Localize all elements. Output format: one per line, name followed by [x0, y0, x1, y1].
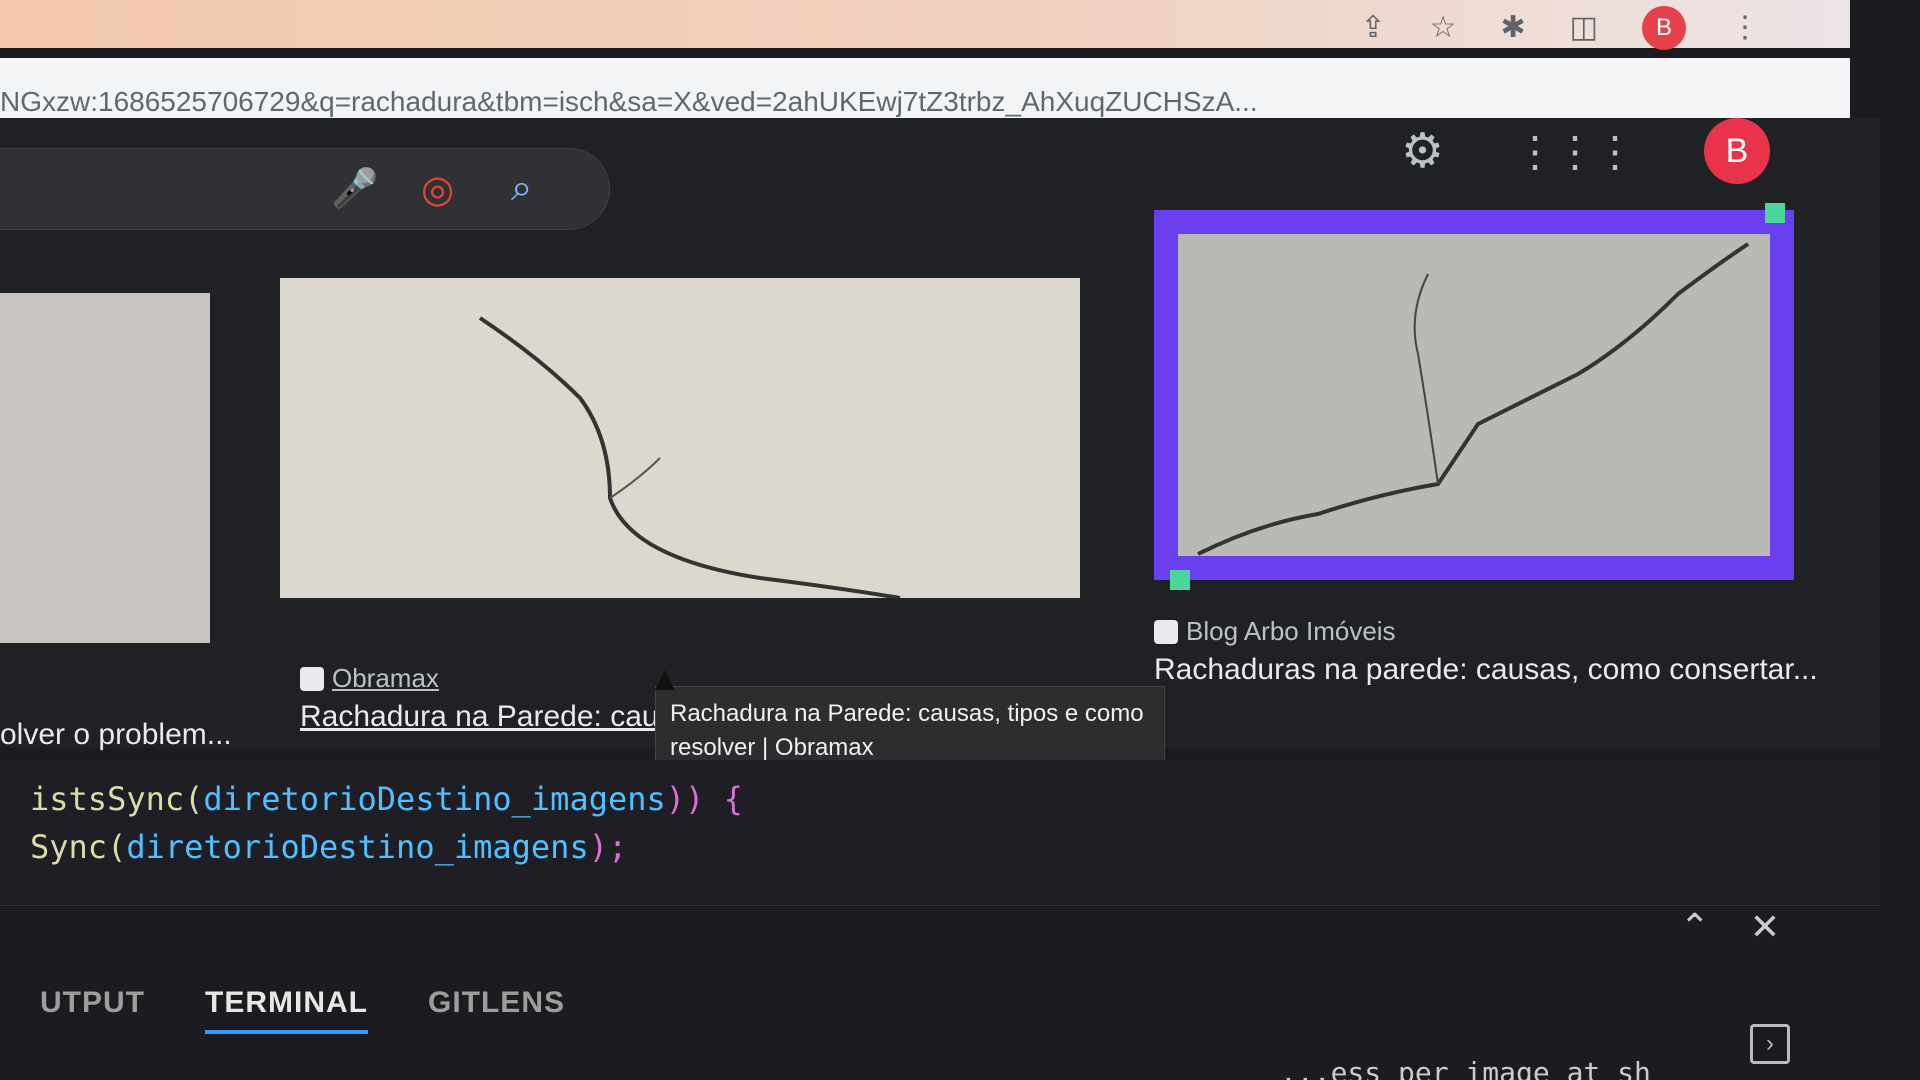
image-result-3-selected[interactable] [1154, 210, 1794, 580]
variable: diretorioDestino_imagens [203, 780, 666, 818]
obramax-favicon-icon [300, 666, 324, 691]
url-text[interactable]: NGxzw:1686525706729&q=rachadura&tbm=isch… [0, 86, 1258, 118]
arbo-favicon-icon [1154, 619, 1178, 644]
star-icon[interactable]: ☆ [1430, 13, 1457, 43]
google-account-avatar[interactable]: B [1704, 118, 1770, 184]
image-result-1[interactable] [0, 293, 210, 643]
menu-icon[interactable]: ⋮ [1730, 13, 1760, 43]
source-name[interactable]: Blog Arbo Imóveis [1186, 616, 1396, 647]
sidebar-icon[interactable]: ◫ [1570, 13, 1598, 43]
browser-toolbar: ⇪ ☆ ✱ ◫ B ⋮ [1360, 6, 1760, 50]
punctuation: ); [588, 828, 628, 866]
variable: diretorioDestino_imagens [126, 828, 589, 866]
code-editor[interactable]: istsSync(diretorioDestino_imagens)) { Sy… [0, 760, 1880, 905]
extensions-icon[interactable]: ✱ [1501, 13, 1526, 43]
selection-corner-top [1765, 203, 1785, 223]
panel-tabs: UTPUT TERMINAL GITLENS [40, 986, 565, 1034]
settings-gear-icon[interactable]: ⚙ [1401, 123, 1444, 179]
selection-corner-bottom [1170, 570, 1190, 590]
panel-controls: ⌃ ✕ [1680, 906, 1780, 948]
crack-image [478, 316, 901, 598]
image-result-2[interactable] [280, 278, 1080, 598]
google-lens-icon[interactable]: ◎ [421, 167, 454, 212]
maximize-panel-icon[interactable]: ⌃ [1680, 906, 1710, 948]
tab-gitlens[interactable]: GITLENS [428, 986, 565, 1034]
google-top-right: ⚙ ⋮⋮⋮ B [1401, 118, 1770, 184]
source-name[interactable]: Obramax [332, 663, 439, 694]
browser-tab-strip: ⇪ ☆ ✱ ◫ B ⋮ [0, 0, 1850, 50]
close-panel-icon[interactable]: ✕ [1750, 906, 1780, 948]
search-icon[interactable]: ⌕ [511, 167, 532, 210]
terminal-icon[interactable]: › [1750, 1024, 1790, 1064]
search-box[interactable]: 🎤 ◎ ⌕ [0, 148, 610, 230]
function-call: istsSync( [30, 780, 204, 818]
microphone-icon[interactable]: 🎤 [331, 167, 378, 211]
terminal-output: ...ess per image at sh [1280, 1056, 1651, 1080]
bottom-panel: ⌃ ✕ UTPUT TERMINAL GITLENS › ...ess per … [0, 905, 1880, 1080]
image-result-2-source[interactable]: Obramax [300, 663, 439, 694]
punctuation: )) { [665, 780, 743, 818]
tab-terminal[interactable]: TERMINAL [205, 986, 368, 1034]
crack-image [1197, 242, 1750, 556]
image-result-3-title[interactable]: Rachaduras na parede: causas, como conse… [1154, 653, 1818, 687]
tab-output[interactable]: UTPUT [40, 986, 145, 1034]
image-result-1-title[interactable]: olver o problem... [0, 718, 232, 752]
browser-profile-avatar[interactable]: B [1642, 6, 1686, 50]
google-images-page: ⚙ ⋮⋮⋮ B 🎤 ◎ ⌕ olver o problem... Obramax… [0, 118, 1880, 776]
code-line-2: Sync(diretorioDestino_imagens); [30, 828, 627, 866]
address-bar[interactable]: NGxzw:1686525706729&q=rachadura&tbm=isch… [0, 58, 1850, 118]
function-call: Sync( [30, 828, 127, 866]
share-icon[interactable]: ⇪ [1360, 13, 1385, 43]
apps-grid-icon[interactable]: ⋮⋮⋮ [1514, 127, 1636, 176]
code-line-1: istsSync(diretorioDestino_imagens)) { [30, 780, 743, 818]
mouse-cursor-icon: ▲ [648, 660, 682, 698]
image-result-3-source[interactable]: Blog Arbo Imóveis [1154, 616, 1396, 647]
